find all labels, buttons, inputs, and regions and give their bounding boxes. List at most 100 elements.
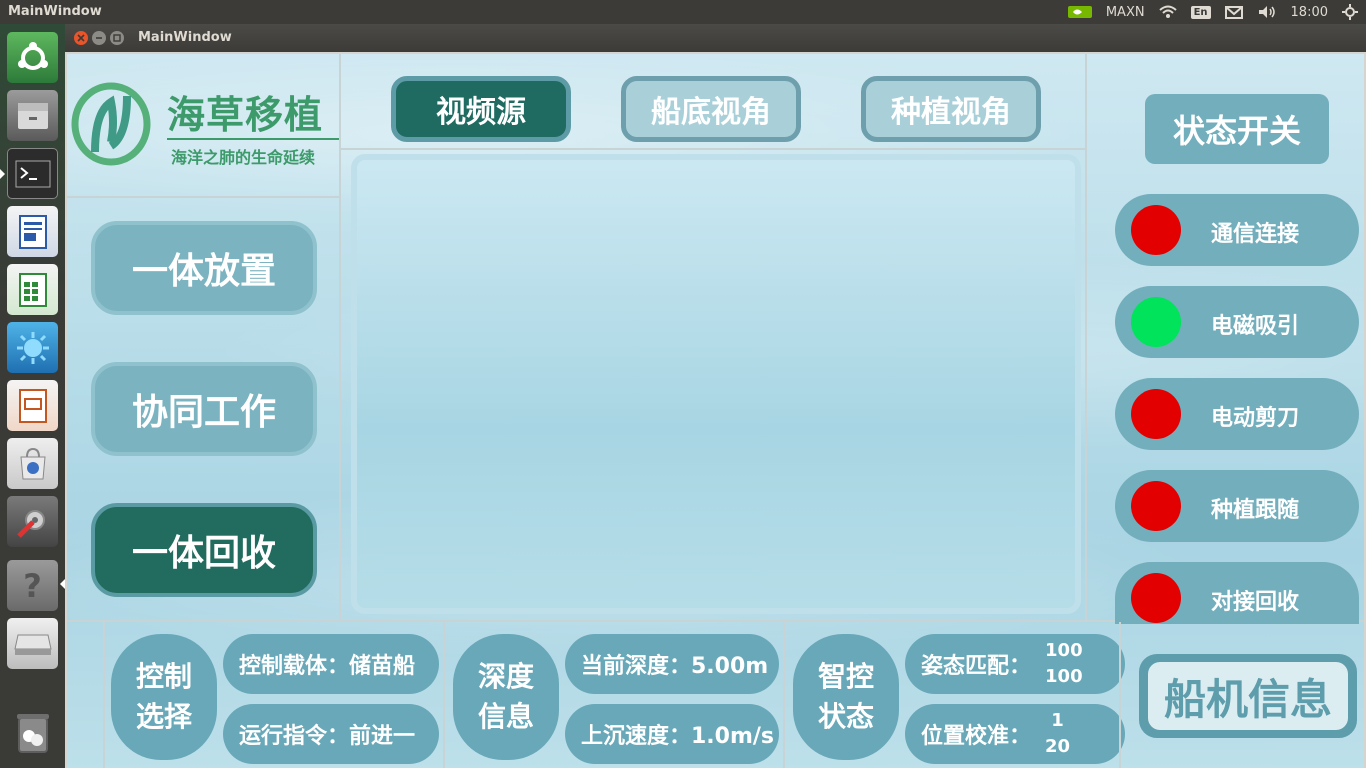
control-title-line2: 选择 <box>135 700 192 733</box>
position-calibration-values: 1 20 <box>1045 708 1070 760</box>
system-top-bar: MainWindow MAXN En 18:00 <box>0 0 1366 24</box>
status-label-docking-recovery: 对接回收 <box>1211 590 1300 615</box>
ship-info-button[interactable]: 船机信息 <box>1139 654 1357 738</box>
volume-icon[interactable] <box>1257 5 1277 19</box>
status-label-electric-scissors: 电动剪刀 <box>1211 406 1300 431</box>
depth-title-line1: 深度 <box>477 660 534 693</box>
bottom-divider <box>443 622 445 768</box>
position-calibration-field: 位置校准： 1 20 <box>905 704 1125 764</box>
position-calibration-value-1: 1 <box>1051 710 1064 731</box>
depth-info-label: 深度 信息 <box>453 634 559 760</box>
status-led-electromagnet <box>1131 297 1181 347</box>
recover-all-label: 一体回收 <box>131 533 276 574</box>
ship-info-label: 船机信息 <box>1148 662 1348 730</box>
position-calibration-value-2: 20 <box>1045 736 1071 757</box>
nvidia-icon[interactable] <box>1067 5 1092 19</box>
status-communication[interactable]: 通信连接 <box>1115 194 1359 266</box>
terminal-icon[interactable] <box>7 148 58 199</box>
system-settings-icon[interactable] <box>7 496 58 547</box>
status-docking-recovery[interactable]: 对接回收 <box>1115 562 1359 624</box>
clock[interactable]: 18:00 <box>1291 5 1328 20</box>
bottom-divider <box>103 622 105 768</box>
drive-icon[interactable] <box>7 618 58 669</box>
wifi-icon[interactable] <box>1158 5 1177 19</box>
smart-title-line1: 智控 <box>817 660 874 693</box>
attitude-match-label: 姿态匹配： <box>921 654 1032 679</box>
active-app-title: MainWindow <box>8 4 102 19</box>
sink-speed-field: 上沉速度：1.0m/s <box>565 704 779 764</box>
control-title-line1: 控制 <box>135 660 192 693</box>
calc-icon[interactable] <box>7 264 58 315</box>
power-mode-label[interactable]: MAXN <box>1106 5 1145 20</box>
smart-title-line2: 状态 <box>817 700 874 733</box>
writer-icon[interactable] <box>7 206 58 257</box>
mail-icon[interactable] <box>1224 5 1243 19</box>
launcher-active-indicator <box>0 169 5 179</box>
launcher-dock: ? <box>0 24 65 768</box>
status-led-planting-follow <box>1131 481 1181 531</box>
run-command-value: 运行指令：前进一 <box>239 724 416 749</box>
status-label-planting-follow: 种植跟随 <box>1211 498 1300 523</box>
status-electromagnet[interactable]: 电磁吸引 <box>1115 286 1359 358</box>
smart-control-group: 智控 状态 姿态匹配： 100 100 位置校准： 1 20 <box>791 634 1127 764</box>
status-electric-scissors[interactable]: 电动剪刀 <box>1115 378 1359 450</box>
control-carrier-field[interactable]: 控制载体：储苗船 <box>223 634 439 694</box>
sink-speed-value: 上沉速度：1.0m/s <box>581 724 775 749</box>
trash-icon[interactable] <box>7 706 58 757</box>
cooperate-button[interactable]: 协同工作 <box>91 362 317 456</box>
place-all-label: 一体放置 <box>131 251 276 292</box>
current-depth-field: 当前深度：5.00m <box>565 634 779 694</box>
control-carrier-value: 控制载体：储苗船 <box>239 654 416 679</box>
control-select-label: 控制 选择 <box>111 634 217 760</box>
help-icon[interactable]: ? <box>7 560 58 611</box>
recover-all-button[interactable]: 一体回收 <box>91 503 317 597</box>
software-center-icon[interactable] <box>7 438 58 489</box>
status-label-communication: 通信连接 <box>1211 222 1300 247</box>
minimize-window-button[interactable] <box>92 31 106 45</box>
main-window: MainWindow 海草移植 海洋之肺的生命延续 一体放置 协同工作 一体回收… <box>65 24 1366 768</box>
attitude-match-value-2: 100 <box>1045 666 1083 687</box>
window-title: MainWindow <box>138 30 232 45</box>
settings-gear-icon[interactable] <box>1342 4 1358 20</box>
logo-subtitle: 海洋之肺的生命延续 <box>171 148 316 167</box>
smart-control-label: 智控 状态 <box>793 634 899 760</box>
tab-video-source[interactable]: 视频源 <box>391 76 571 142</box>
seagrass-logo-icon <box>71 82 151 166</box>
status-led-docking-recovery <box>1131 573 1181 623</box>
logo: 海草移植 海洋之肺的生命延续 <box>71 82 341 172</box>
ubuntu-dash-icon[interactable] <box>7 32 58 83</box>
depth-title-line2: 信息 <box>477 700 534 733</box>
tab-planting-view-label: 种植视角 <box>891 95 1011 130</box>
tab-planting-view[interactable]: 种植视角 <box>861 76 1041 142</box>
status-led-communication <box>1131 205 1181 255</box>
bottom-divider <box>1119 622 1121 768</box>
attitude-match-field: 姿态匹配： 100 100 <box>905 634 1125 694</box>
run-command-field[interactable]: 运行指令：前进一 <box>223 704 439 764</box>
attitude-match-value-1: 100 <box>1045 640 1083 661</box>
tab-video-source-label: 视频源 <box>436 95 526 130</box>
maximize-window-button[interactable] <box>110 31 124 45</box>
impress-icon[interactable] <box>7 380 58 431</box>
place-all-button[interactable]: 一体放置 <box>91 221 317 315</box>
control-group: 控制 选择 控制载体：储苗船 运行指令：前进一 <box>103 634 443 764</box>
tab-hull-view[interactable]: 船底视角 <box>621 76 801 142</box>
status-switch-title: 状态开关 <box>1145 94 1329 164</box>
paint-splash-icon[interactable] <box>7 322 58 373</box>
current-depth-value: 当前深度：5.00m <box>581 654 769 679</box>
position-calibration-label: 位置校准： <box>921 724 1032 749</box>
status-planting-follow[interactable]: 种植跟随 <box>1115 470 1359 542</box>
keyboard-layout-indicator[interactable]: En <box>1190 5 1211 19</box>
window-titlebar[interactable]: MainWindow <box>65 24 1366 52</box>
files-icon[interactable] <box>7 90 58 141</box>
system-tray: MAXN En 18:00 <box>1067 0 1358 24</box>
video-display <box>351 154 1081 614</box>
logo-divider <box>167 138 339 140</box>
status-led-electric-scissors <box>1131 389 1181 439</box>
status-label-electromagnet: 电磁吸引 <box>1211 314 1300 339</box>
app-content: 海草移植 海洋之肺的生命延续 一体放置 协同工作 一体回收 视频源 船底视角 种… <box>67 54 1364 768</box>
depth-group: 深度 信息 当前深度：5.00m 上沉速度：1.0m/s <box>451 634 781 764</box>
logo-title: 海草移植 <box>167 93 324 137</box>
tab-hull-view-label: 船底视角 <box>651 95 771 130</box>
close-window-button[interactable] <box>74 31 88 45</box>
cooperate-label: 协同工作 <box>131 392 276 433</box>
